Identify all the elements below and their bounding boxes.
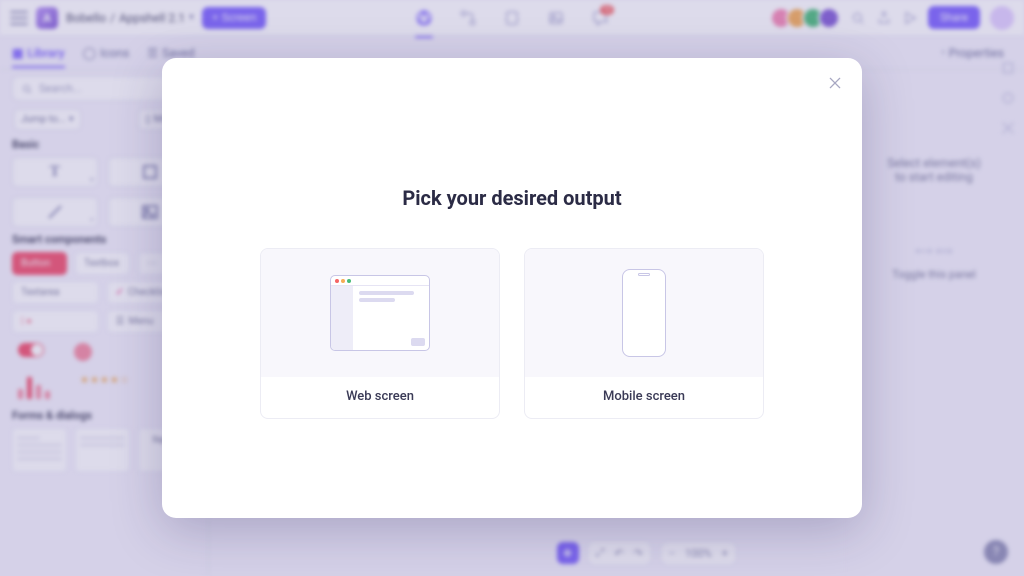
mobile-preview bbox=[525, 249, 763, 377]
option-web-screen[interactable]: Web screen bbox=[260, 248, 500, 419]
option-mobile-screen[interactable]: Mobile screen bbox=[524, 248, 764, 419]
close-button[interactable] bbox=[824, 72, 846, 94]
modal-title: Pick your desired output bbox=[402, 186, 621, 210]
phone-icon bbox=[622, 269, 666, 357]
output-options: Web screen Mobile screen bbox=[260, 248, 764, 419]
browser-icon bbox=[330, 275, 430, 351]
option-web-label: Web screen bbox=[261, 377, 499, 418]
output-picker-modal: Pick your desired output Web screen bbox=[162, 58, 862, 518]
web-preview bbox=[261, 249, 499, 377]
option-mobile-label: Mobile screen bbox=[525, 377, 763, 418]
